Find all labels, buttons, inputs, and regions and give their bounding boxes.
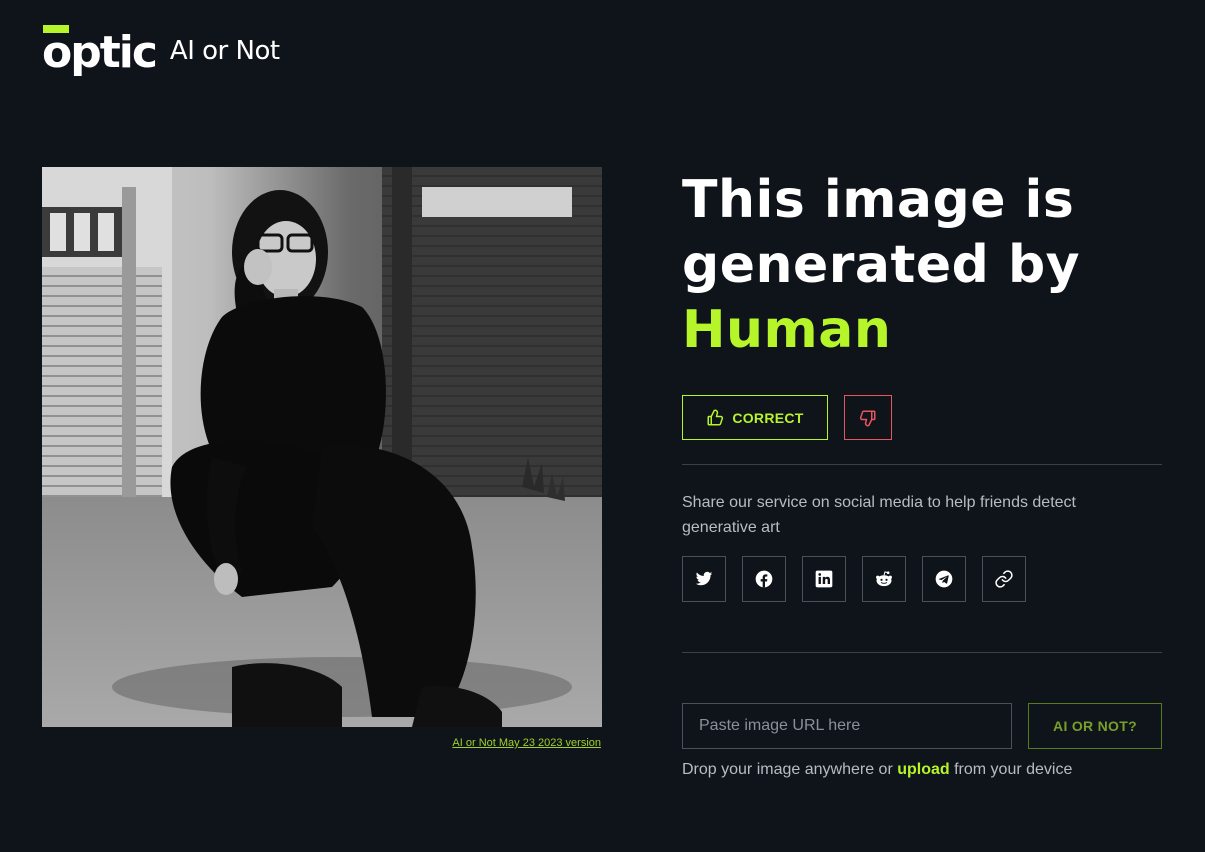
share-twitter-button[interactable] — [682, 556, 726, 602]
share-reddit-button[interactable] — [862, 556, 906, 602]
optic-logo-mark: optic — [42, 24, 158, 75]
linkedin-icon — [814, 569, 834, 589]
upload-hint-suffix: from your device — [954, 761, 1073, 778]
thumbs-up-icon — [706, 409, 724, 427]
page: optic AI or Not AI or Not May 23 2023 ve… — [0, 0, 1205, 852]
telegram-icon — [934, 569, 954, 589]
logo-accent-bar — [43, 25, 69, 33]
site-logo[interactable]: optic AI or Not — [42, 24, 280, 75]
upload-hint-prefix: Drop your image anywhere or — [682, 761, 893, 778]
ai-or-not-submit-button[interactable]: AI OR NOT? — [1028, 703, 1162, 749]
divider-top — [682, 464, 1162, 465]
share-prompt: Share our service on social media to hel… — [682, 494, 1076, 536]
reddit-icon — [874, 569, 894, 589]
result-heading: This image is generated by Human — [682, 168, 1152, 363]
correct-button-label: CORRECT — [732, 409, 804, 426]
share-facebook-button[interactable] — [742, 556, 786, 602]
result-line-1: This image is — [682, 170, 1075, 230]
twitter-icon — [695, 570, 713, 588]
copy-link-button[interactable] — [982, 556, 1026, 602]
incorrect-button[interactable] — [844, 395, 892, 440]
model-version-link[interactable]: AI or Not May 23 2023 version — [452, 737, 601, 749]
result-verdict: Human — [682, 300, 892, 360]
analyzed-image — [42, 167, 602, 727]
correct-button[interactable]: CORRECT — [682, 395, 828, 440]
upload-hint: Drop your image anywhere or upload from … — [682, 759, 1072, 781]
divider-bottom — [682, 652, 1162, 653]
image-url-input[interactable] — [682, 703, 1012, 749]
thumbs-down-icon — [859, 409, 877, 427]
social-share-row — [682, 556, 1026, 602]
share-linkedin-button[interactable] — [802, 556, 846, 602]
product-name: AI or Not — [169, 36, 280, 66]
link-icon — [994, 569, 1014, 589]
result-line-2: generated by — [682, 235, 1081, 295]
facebook-icon — [754, 569, 774, 589]
share-telegram-button[interactable] — [922, 556, 966, 602]
upload-link[interactable]: upload — [897, 761, 949, 778]
